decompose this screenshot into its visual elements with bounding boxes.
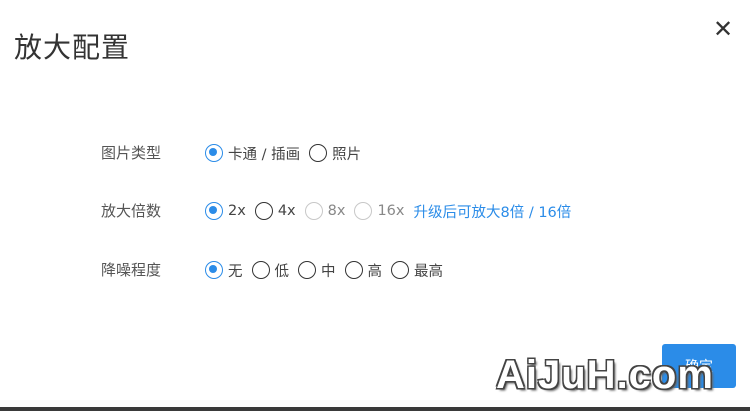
- option-label: 8x: [327, 203, 346, 219]
- radio-disabled-icon: [304, 202, 323, 220]
- image-type-option-photo[interactable]: 照片: [309, 143, 361, 164]
- denoise-option-none[interactable]: 无: [205, 260, 243, 281]
- radio-icon[interactable]: [391, 261, 409, 279]
- denoise-option-medium[interactable]: 中: [298, 260, 336, 281]
- close-icon[interactable]: ✕: [710, 16, 736, 42]
- scale-label: 放大倍数: [101, 202, 162, 220]
- option-label: 4x: [277, 203, 296, 219]
- radio-icon[interactable]: [344, 261, 363, 279]
- denoise-option-high[interactable]: 高: [344, 260, 383, 281]
- scale-option-8x: 8x: [304, 202, 346, 220]
- radio-icon[interactable]: [251, 261, 270, 279]
- confirm-button[interactable]: 确定: [662, 344, 736, 388]
- radio-disabled-icon: [354, 202, 373, 220]
- scale-option-16x: 16x: [354, 202, 404, 220]
- radio-icon[interactable]: [309, 144, 328, 162]
- scale-row: 放大倍数 2x 4x 8x 16x 升级后可放大8倍 / 16倍: [0, 197, 750, 225]
- scale-options: 2x 4x 8x 16x 升级后可放大8倍 / 16倍: [205, 197, 571, 225]
- image-type-options: 卡通 / 插画 照片: [205, 139, 370, 167]
- option-label: 中: [321, 263, 336, 280]
- denoise-option-highest[interactable]: 最高: [391, 260, 443, 281]
- option-label: 照片: [332, 146, 362, 163]
- option-label: 2x: [228, 203, 246, 219]
- radio-checked-icon[interactable]: [205, 144, 223, 162]
- option-label: 最高: [414, 263, 443, 280]
- bottom-divider: [0, 407, 750, 411]
- image-type-label: 图片类型: [101, 144, 162, 162]
- radio-checked-icon[interactable]: [205, 261, 223, 279]
- denoise-option-low[interactable]: 低: [251, 260, 290, 281]
- option-label: 卡通 / 插画: [228, 146, 301, 163]
- image-type-option-cartoon[interactable]: 卡通 / 插画: [205, 143, 300, 164]
- denoise-row: 降噪程度 无 低 中 高 最高: [0, 256, 750, 284]
- scale-option-4x[interactable]: 4x: [254, 202, 296, 220]
- radio-icon[interactable]: [298, 261, 316, 279]
- dialog-title: 放大配置: [14, 31, 131, 64]
- option-label: 低: [274, 263, 290, 280]
- radio-checked-icon[interactable]: [205, 202, 223, 220]
- image-type-row: 图片类型 卡通 / 插画 照片: [0, 139, 750, 167]
- option-label: 16x: [377, 203, 405, 219]
- upscale-config-dialog: 放大配置 ✕ 图片类型 卡通 / 插画 照片 放大倍数 2x 4x 8x 16x…: [0, 0, 750, 411]
- denoise-options: 无 低 中 高 最高: [205, 256, 452, 284]
- upgrade-link[interactable]: 升级后可放大8倍 / 16倍: [413, 201, 571, 222]
- option-label: 高: [367, 263, 383, 280]
- denoise-label: 降噪程度: [101, 261, 162, 279]
- scale-option-2x[interactable]: 2x: [205, 202, 246, 220]
- option-label: 无: [228, 263, 243, 280]
- radio-icon[interactable]: [254, 202, 273, 220]
